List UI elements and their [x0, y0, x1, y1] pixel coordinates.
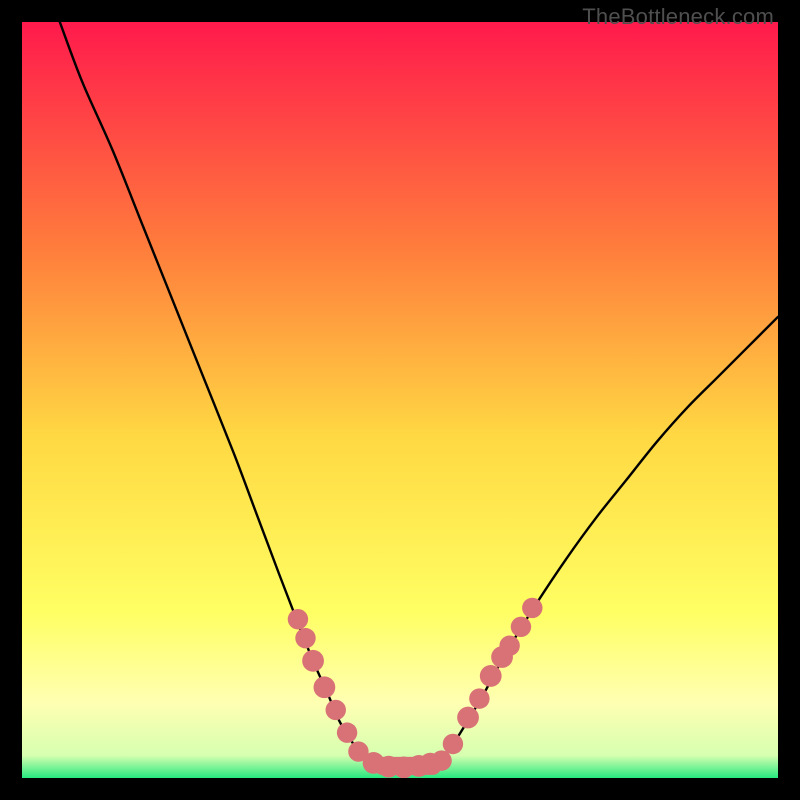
- data-marker: [480, 665, 502, 687]
- data-marker: [522, 598, 542, 618]
- data-marker: [431, 750, 451, 770]
- data-marker: [326, 700, 346, 720]
- data-marker: [469, 688, 489, 708]
- data-marker: [337, 722, 357, 742]
- data-marker: [457, 707, 479, 729]
- data-marker: [443, 734, 463, 754]
- data-marker: [302, 650, 324, 672]
- data-marker: [511, 617, 531, 637]
- data-marker: [314, 676, 336, 698]
- data-marker: [499, 635, 519, 655]
- gradient-background: [22, 22, 778, 778]
- data-marker: [295, 628, 315, 648]
- chart-frame: [22, 22, 778, 778]
- bottleneck-chart: [22, 22, 778, 778]
- watermark-text: TheBottleneck.com: [582, 4, 774, 30]
- data-marker: [288, 609, 308, 629]
